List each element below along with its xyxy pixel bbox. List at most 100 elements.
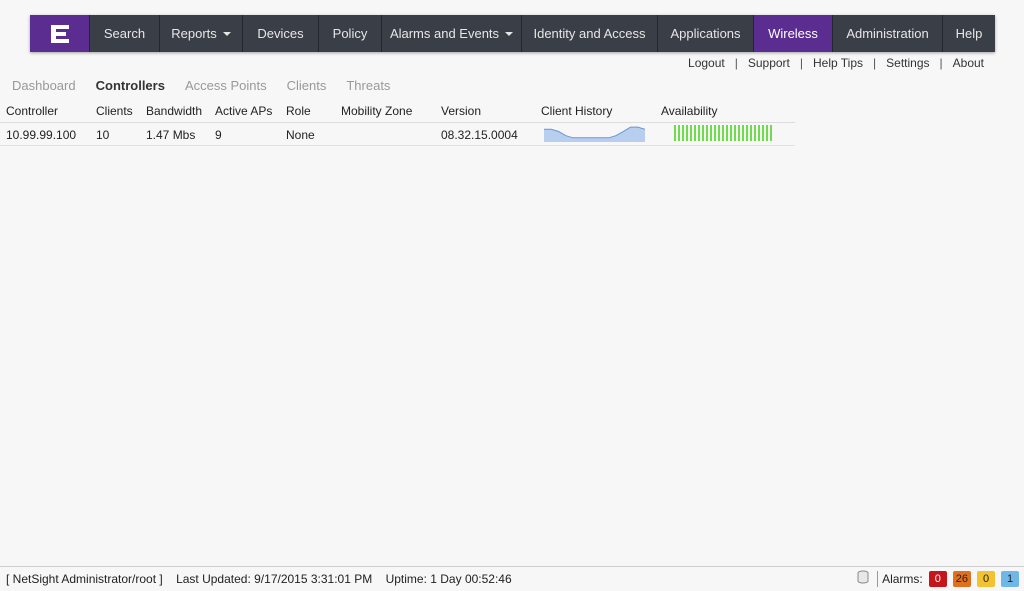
nav-reports[interactable]: Reports (160, 15, 243, 52)
nav-search-label: Search (103, 26, 146, 41)
availability-bar (694, 125, 696, 141)
availability-bar (758, 125, 760, 141)
availability-bar (678, 125, 680, 141)
alarm-error-badge[interactable]: 26 (952, 570, 971, 587)
cell-role: None (286, 128, 315, 142)
top-nav: Search Reports Devices Policy Alarms and… (30, 15, 995, 52)
nav-administration-label: Administration (846, 26, 929, 41)
status-uptime: Uptime: 1 Day 00:52:46 (385, 572, 512, 586)
availability-bar (674, 125, 676, 141)
availability-bar (746, 125, 748, 141)
caret-down-icon (505, 31, 514, 36)
nav-policy-label: Policy (332, 26, 368, 41)
availability-bar (766, 125, 768, 141)
status-user: [ NetSight Administrator/root ] (6, 572, 163, 586)
extreme-logo-icon[interactable] (30, 15, 90, 52)
availability-bar (770, 125, 772, 141)
col-header-clients[interactable]: Clients (96, 104, 133, 118)
logout-link[interactable]: Logout (688, 56, 725, 70)
availability-bar (686, 125, 688, 141)
cell-bandwidth: 1.47 Mbs (146, 128, 196, 142)
col-header-client-history[interactable]: Client History (541, 104, 612, 118)
caret-down-icon (222, 31, 231, 36)
availability-bar (718, 125, 720, 141)
availability-bar (754, 125, 756, 141)
settings-link[interactable]: Settings (886, 56, 929, 70)
nav-identity-access-label: Identity and Access (533, 26, 646, 41)
status-last-updated: Last Updated: 9/17/2015 3:31:01 PM (176, 572, 373, 586)
nav-alarms-events[interactable]: Alarms and Events (382, 15, 522, 52)
col-header-availability[interactable]: Availability (661, 104, 717, 118)
controllers-table: Controller Clients Bandwidth Active APs … (0, 100, 795, 146)
nav-devices-label: Devices (257, 26, 304, 41)
nav-administration[interactable]: Administration (833, 15, 943, 52)
alarms-label: Alarms: (882, 571, 923, 586)
separator (877, 570, 879, 587)
col-header-version[interactable]: Version (441, 104, 481, 118)
alarm-critical-badge[interactable]: 0 (928, 570, 947, 587)
col-header-active-aps[interactable]: Active APs (215, 104, 272, 118)
nav-applications-label: Applications (670, 26, 741, 41)
support-link[interactable]: Support (748, 56, 790, 70)
availability-bar (722, 125, 724, 141)
alarm-summary: Alarms: 0 26 0 1 (857, 570, 1019, 587)
availability-bars (674, 125, 774, 141)
col-header-bandwidth[interactable]: Bandwidth (146, 104, 202, 118)
availability-bar (730, 125, 732, 141)
nav-devices[interactable]: Devices (243, 15, 319, 52)
col-header-controller[interactable]: Controller (6, 104, 58, 118)
availability-bar (742, 125, 744, 141)
col-header-role[interactable]: Role (286, 104, 311, 118)
availability-bar (698, 125, 700, 141)
nav-wireless[interactable]: Wireless (754, 15, 833, 52)
cell-controller: 10.99.99.100 (6, 128, 77, 142)
availability-bar (726, 125, 728, 141)
tab-controllers[interactable]: Controllers (96, 78, 165, 93)
alarm-info-badge[interactable]: 1 (1001, 570, 1019, 587)
availability-bar (762, 125, 764, 141)
cell-version: 08.32.15.0004 (441, 128, 518, 142)
nav-applications[interactable]: Applications (658, 15, 754, 52)
link-separator: | (799, 56, 803, 70)
tab-clients[interactable]: Clients (287, 78, 327, 93)
nav-wireless-label: Wireless (768, 26, 818, 41)
availability-bar (682, 125, 684, 141)
status-bar: [ NetSight Administrator/root ] Last Upd… (0, 566, 1024, 591)
col-header-mobility-zone[interactable]: Mobility Zone (341, 104, 412, 118)
client-history-area (544, 127, 645, 142)
availability-bar (734, 125, 736, 141)
nav-help[interactable]: Help (943, 15, 995, 52)
nav-search[interactable]: Search (90, 15, 160, 52)
link-separator: | (873, 56, 877, 70)
utility-links: Logout | Support | Help Tips | Settings | Ab… (688, 56, 984, 70)
nav-help-label: Help (955, 26, 983, 41)
cell-active-aps: 9 (215, 128, 222, 142)
status-info: [ NetSight Administrator/root ] Last Upd… (6, 572, 522, 586)
table-row[interactable]: 10.99.99.100 10 1.47 Mbs 9 None 08.32.15… (0, 123, 795, 146)
availability-bar (714, 125, 716, 141)
tab-threats[interactable]: Threats (346, 78, 390, 93)
nav-policy[interactable]: Policy (319, 15, 382, 52)
availability-bar (750, 125, 752, 141)
nav-identity-access[interactable]: Identity and Access (522, 15, 658, 52)
tab-dashboard[interactable]: Dashboard (12, 78, 76, 93)
app-window: Search Reports Devices Policy Alarms and… (0, 0, 1024, 591)
availability-bar (710, 125, 712, 141)
nav-alarms-events-label: Alarms and Events (389, 26, 500, 41)
availability-bar (702, 125, 704, 141)
cell-clients: 10 (96, 128, 110, 142)
about-link[interactable]: About (953, 56, 984, 70)
client-history-sparkline (544, 126, 645, 142)
availability-bar (706, 125, 708, 141)
link-separator: | (939, 56, 943, 70)
table-header: Controller Clients Bandwidth Active APs … (0, 100, 795, 123)
wireless-subtabs: Dashboard Controllers Access Points Clie… (12, 78, 410, 93)
tab-access-points[interactable]: Access Points (185, 78, 267, 93)
nav-reports-label: Reports (171, 26, 217, 41)
alarm-warning-badge[interactable]: 0 (977, 570, 995, 587)
availability-bar (690, 125, 692, 141)
help-tips-link[interactable]: Help Tips (813, 56, 863, 70)
link-separator: | (734, 56, 738, 70)
availability-bar (738, 125, 740, 141)
database-icon[interactable] (857, 570, 869, 587)
